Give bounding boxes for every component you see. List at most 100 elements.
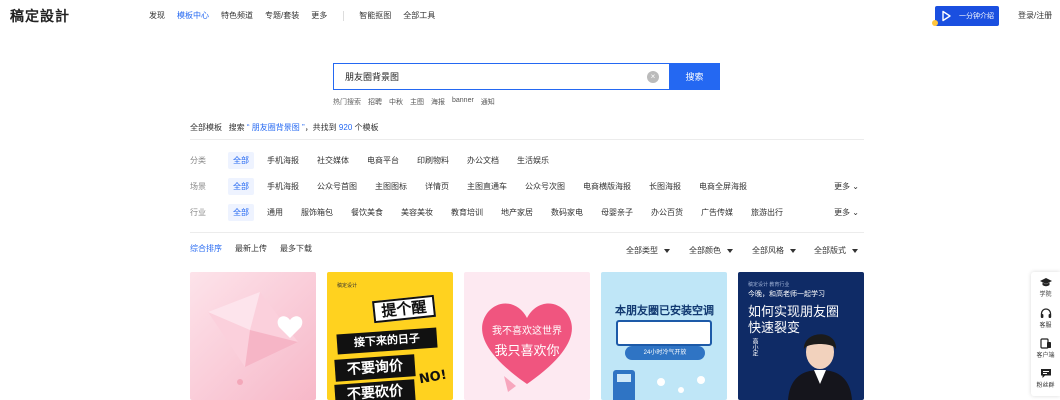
phone-icon [1039,338,1051,349]
style-dropdown[interactable]: 全部风格 [752,245,796,256]
nav-item-more[interactable]: 更多 [311,10,327,21]
search-button[interactable]: 搜索 [669,63,720,90]
filter-option-selected[interactable]: 全部 [228,203,254,221]
filter-option[interactable]: 社交媒体 [317,155,349,166]
filter-option[interactable]: 办公百货 [651,207,683,218]
nav-item-smart-cutout[interactable]: 智能抠图 [359,10,391,21]
filter-option[interactable]: 电商全屏海报 [699,181,747,192]
divider [190,139,864,140]
nav-item-all-tools[interactable]: 全部工具 [403,10,435,21]
filter-more-button[interactable]: 更多 ⌄ [834,181,859,192]
customer-service-button[interactable]: 客服 [1031,308,1060,329]
filter-more-label: 更多 [834,208,851,217]
hot-search-term[interactable]: 中秋 [389,97,403,107]
filter-option[interactable]: 公众号次图 [525,181,565,192]
sort-option-comprehensive[interactable]: 综合排序 [190,243,222,254]
hot-search-term[interactable]: 招聘 [368,97,382,107]
nav-item-template-center[interactable]: 模板中心 [177,10,209,21]
filter-option[interactable]: 母婴亲子 [601,207,633,218]
right-toolbar-label: 粉丝群 [1036,383,1055,389]
filter-option[interactable]: 电商平台 [367,155,399,166]
main-nav: 发现 模板中心 特色频道 专题/套装 更多 智能抠图 全部工具 [149,10,447,21]
summary-suffix: 个模板 [354,123,379,132]
search-input[interactable] [345,71,635,82]
sort-option-most-downloads[interactable]: 最多下载 [280,243,312,254]
login-register-link[interactable]: 登录/注册 [1018,10,1052,21]
sort-option-latest[interactable]: 最新上传 [235,243,267,254]
hot-search-term[interactable]: 主图 [410,97,424,107]
filter-option[interactable]: 手机海报 [267,181,299,192]
air-conditioner-illustration [616,320,712,346]
right-toolbar: 学院 客服 客户端 粉丝群 [1031,272,1060,396]
intro-video-button[interactable]: 一分钟介绍 [935,6,999,26]
filter-row-industry: 行业 全部 通用 服饰箱包 餐饮美食 美容美妆 教育培训 地产家居 数码家电 母… [190,203,864,221]
filter-option[interactable]: 主图图标 [375,181,407,192]
card-text: 接下来的日子 [336,327,438,355]
breadcrumb-all-templates[interactable]: 全部模板 [190,123,222,132]
headset-icon [1040,308,1051,318]
filter-option[interactable]: 电商横版海报 [583,181,631,192]
hot-search-term[interactable]: 海报 [431,97,445,107]
template-card[interactable]: 本朋友圈已安装空调 24小时冷气开放 [601,272,727,400]
summary-search-text: 搜索 [228,123,245,132]
hot-search-term[interactable]: banner [452,97,474,107]
right-toolbar-label: 客服 [1039,323,1052,329]
caret-down-icon [790,248,796,253]
filter-option[interactable]: 数码家电 [551,207,583,218]
filter-option[interactable]: 服饰箱包 [301,207,333,218]
filter-option[interactable]: 主图直通车 [467,181,507,192]
filter-more-label: 更多 [834,182,851,191]
filter-more-button[interactable]: 更多 ⌄ [834,207,859,218]
style-dropdown-label: 全部风格 [752,246,784,255]
envelope-illustration [208,292,303,385]
filter-option[interactable]: 旅游出行 [751,207,783,218]
filter-option[interactable]: 通用 [267,207,283,218]
filter-option[interactable]: 印刷物料 [417,155,449,166]
filter-option[interactable]: 长图海报 [649,181,681,192]
filter-option[interactable]: 广告传媒 [701,207,733,218]
template-card[interactable]: 稿定设计 教育行业 今晚，和高老师一起学习 如何实现朋友圈 快速裂变 高小定 [738,272,864,400]
hot-search-term[interactable]: 通知 [481,97,495,107]
nav-item-discover[interactable]: 发现 [149,10,165,21]
filter-option[interactable]: 生活娱乐 [517,155,549,166]
clear-icon[interactable]: × [647,71,659,83]
divider [190,232,864,233]
academy-button[interactable]: 学院 [1031,278,1060,298]
filter-option[interactable]: 办公文档 [467,155,499,166]
template-card[interactable] [190,272,316,400]
filter-option[interactable]: 地产家居 [501,207,533,218]
color-dropdown[interactable]: 全部颜色 [689,245,733,256]
caret-down-icon [852,248,858,253]
template-card[interactable]: 稿定设计 提个醒 接下来的日子 不要询价 不要砍价 NO! [327,272,453,400]
intro-video-label: 一分钟介绍 [959,13,994,20]
filter-option[interactable]: 美容美妆 [401,207,433,218]
summary-keyword: “ 朋友圈背景图 ” [246,123,305,132]
filter-option[interactable]: 公众号首图 [317,181,357,192]
card-heart-text: 我不喜欢这世界 我只喜欢你 [480,322,574,359]
filter-option[interactable]: 教育培训 [451,207,483,218]
template-card[interactable]: 我不喜欢这世界 我只喜欢你 [464,272,590,400]
filter-option[interactable]: 详情页 [425,181,449,192]
nav-item-featured-channel[interactable]: 特色频道 [221,10,253,21]
fan-group-button[interactable]: 粉丝群 [1031,368,1060,389]
notification-dot [932,20,938,26]
filter-option[interactable]: 餐饮美食 [351,207,383,218]
logo[interactable]: 稿定設計 [10,6,70,26]
client-download-button[interactable]: 客户端 [1031,338,1060,359]
filter-label: 场景 [190,181,206,191]
top-header: 稿定設計 发现 模板中心 特色频道 专题/套装 更多 智能抠图 全部工具 一分钟… [0,0,1060,32]
filter-option[interactable]: 手机海报 [267,155,299,166]
chevron-down-icon: ⌄ [850,208,859,217]
card-text: 24小时冷气开放 [625,346,705,360]
type-dropdown[interactable]: 全部类型 [626,245,670,256]
nav-divider [343,10,345,21]
filter-option-selected[interactable]: 全部 [228,177,254,195]
right-toolbar-label: 学院 [1039,292,1052,298]
layout-dropdown[interactable]: 全部版式 [814,245,858,256]
card-text: 不要砍价 [334,379,416,400]
summary-found-text: ，共找到 [304,123,337,132]
chat-icon [1040,369,1051,378]
filter-option-selected[interactable]: 全部 [228,151,254,169]
result-summary: 全部模板 搜索 “ 朋友圈背景图 ”，共找到 920 个模板 [190,122,379,133]
nav-item-topics[interactable]: 专题/套装 [265,10,299,21]
